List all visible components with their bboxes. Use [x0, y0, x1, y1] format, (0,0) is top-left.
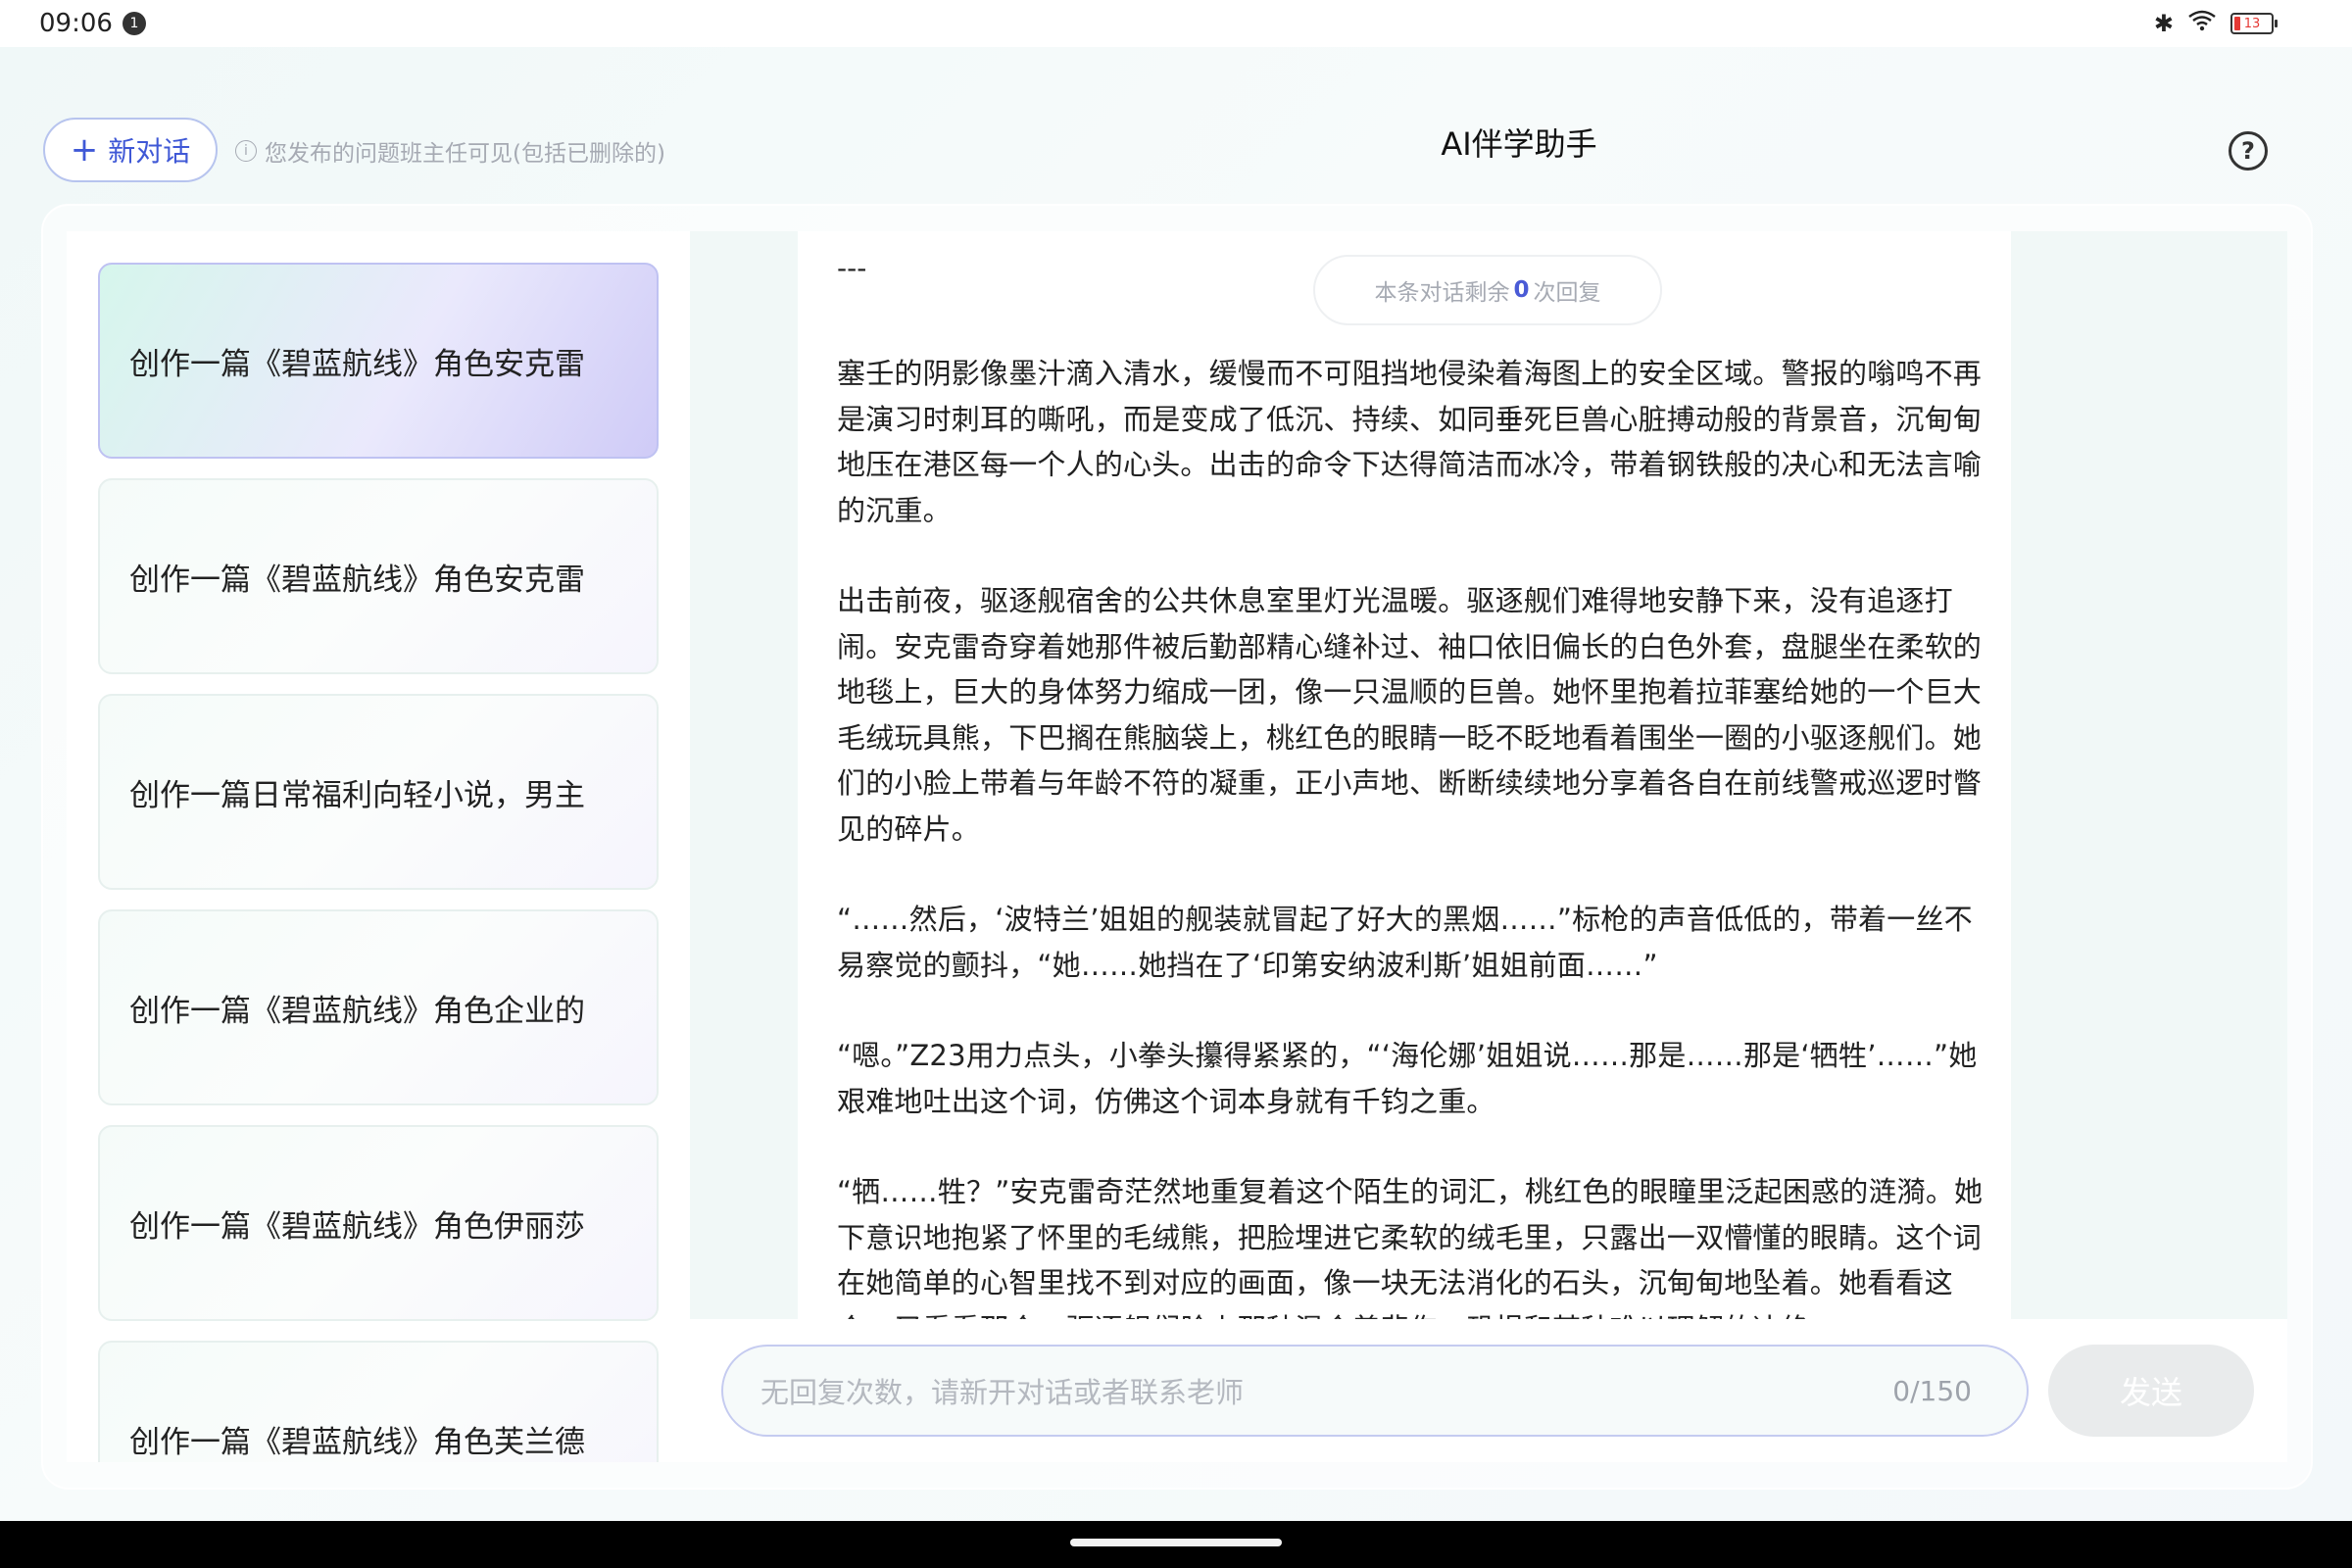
conversation-item-label: 创作一篇日常福利向轻小说，男主 — [129, 777, 585, 813]
message-paragraph: “……然后，‘波特兰’姐姐的舰装就冒起了好大的黑烟……”标枪的声音低低的，带着一… — [837, 903, 1973, 982]
message-content: --- 塞壬的阴影像墨汁滴入清水，缓慢而不可阻挡地侵染着海图上的安全区域。警报的… — [837, 231, 1993, 1319]
help-icon[interactable]: ? — [2229, 131, 2268, 171]
bluetooth-icon: ✱ — [2153, 10, 2174, 37]
message-panel[interactable]: --- 塞壬的阴影像墨汁滴入清水，缓慢而不可阻挡地侵染着海图上的安全区域。警报的… — [798, 231, 2011, 1319]
char-counter: 0/150 — [1892, 1374, 1972, 1407]
remaining-replies-badge: 本条对话剩余 0 次回复 — [1313, 255, 1662, 325]
visibility-notice-text: 您发布的问题班主任可见(包括已删除的) — [265, 141, 665, 167]
conversation-item[interactable]: 创作一篇《碧蓝航线》角色企业的 — [98, 909, 659, 1105]
status-time: 09:06 — [39, 9, 113, 38]
battery-level: 13 — [2243, 16, 2261, 31]
status-bar: 09:06 1 ✱ 13 — [0, 0, 2352, 47]
conversation-item-label: 创作一篇《碧蓝航线》角色企业的 — [129, 993, 585, 1029]
conversation-item-label: 创作一篇《碧蓝航线》角色安克雷 — [129, 562, 585, 598]
info-icon: i — [235, 140, 257, 162]
conversation-sidebar: 创作一篇《碧蓝航线》角色安克雷 创作一篇《碧蓝航线》角色安克雷 创作一篇日常福利… — [67, 231, 690, 1462]
remaining-count: 0 — [1513, 277, 1530, 303]
conversation-item-active[interactable]: 创作一篇《碧蓝航线》角色安克雷 — [98, 263, 659, 459]
conversation-item-label: 创作一篇《碧蓝航线》角色安克雷 — [129, 346, 585, 382]
conversation-item[interactable]: 创作一篇《碧蓝航线》角色安克雷 — [98, 478, 659, 674]
message-paragraph: 出击前夜，驱逐舰宿舍的公共休息室里灯光温暖。驱逐舰们难得地安静下来，没有追逐打闹… — [837, 584, 1983, 846]
remaining-suffix: 次回复 — [1533, 280, 1601, 306]
visibility-notice: i 您发布的问题班主任可见(包括已删除的) — [235, 131, 665, 171]
message-paragraph: “牺……牲？”安克雷奇茫然地重复着这个陌生的词汇，桃红色的眼瞳里泛起困惑的涟漪。… — [837, 1175, 1984, 1319]
battery-icon: 13 — [2230, 13, 2278, 34]
conversation-item[interactable]: 创作一篇《碧蓝航线》角色伊丽莎 — [98, 1125, 659, 1321]
status-icons: ✱ 13 — [2153, 10, 2278, 37]
new-chat-label: 新对话 — [108, 135, 191, 168]
notification-badge-icon: 1 — [122, 12, 146, 35]
status-time-group: 09:06 1 — [39, 9, 146, 38]
home-gesture-handle[interactable] — [1070, 1539, 1282, 1546]
conversation-item-label: 创作一篇《碧蓝航线》角色芙兰德 — [129, 1424, 585, 1460]
message-paragraph: 塞壬的阴影像墨汁滴入清水，缓慢而不可阻挡地侵染着海图上的安全区域。警报的嗡鸣不再… — [837, 357, 1983, 527]
system-nav-bar — [0, 1521, 2352, 1568]
message-input[interactable]: 无回复次数，请新开对话或者联系老师 0/150 — [721, 1345, 2029, 1437]
wifi-icon — [2187, 10, 2217, 37]
conversation-item[interactable]: 创作一篇《碧蓝航线》角色芙兰德 — [98, 1341, 659, 1462]
remaining-prefix: 本条对话剩余 — [1374, 280, 1510, 306]
conversation-item[interactable]: 创作一篇日常福利向轻小说，男主 — [98, 694, 659, 890]
send-button[interactable]: 发送 — [2048, 1345, 2254, 1437]
plus-icon: + — [70, 130, 99, 170]
conversation-item-label: 创作一篇《碧蓝航线》角色伊丽莎 — [129, 1208, 585, 1245]
page-title: AI伴学助手 — [1441, 125, 1597, 163]
message-input-placeholder: 无回复次数，请新开对话或者联系老师 — [760, 1376, 1245, 1409]
message-paragraph: “嗯。”Z23用力点头，小拳头攥得紧紧的，“‘海伦娜’姐姐说……那是……那是‘牺… — [837, 1039, 1978, 1118]
new-chat-button[interactable]: + 新对话 — [43, 118, 218, 182]
